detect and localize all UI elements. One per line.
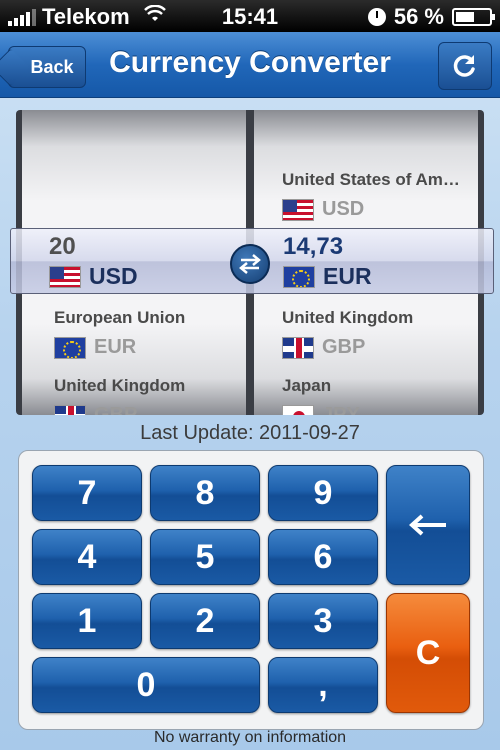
picker-row[interactable]: United States of Am… USD [254,170,478,221]
battery-fill [456,12,474,22]
key-0[interactable]: 0 [32,657,260,713]
last-update-text: Last Update: 2011-09-27 [140,422,360,444]
eu-flag-icon [283,265,315,288]
uk-flag-icon [54,404,86,415]
currency-code: EUR [94,336,137,358]
source-currency-code: USD [89,263,138,289]
keypad: 7 8 9 4 5 6 1 2 3 C 0 , [18,450,484,730]
key-7[interactable]: 7 [32,465,142,521]
us-flag-icon [49,265,81,288]
key-9[interactable]: 9 [268,465,378,521]
country-name: Japan [282,376,332,395]
key-5[interactable]: 5 [150,529,260,585]
country-name: European Union [54,308,186,327]
page-title: Currency Converter [109,46,391,79]
navigation-bar: Back Currency Converter [0,32,500,98]
disclaimer-text: No warranty on information [153,729,347,746]
backspace-key[interactable] [386,465,470,585]
clock-icon [367,8,386,26]
currency-code: JPY [322,404,360,415]
country-name: United Kingdom [54,376,186,395]
picker-row[interactable]: United Kingdom GBP [22,376,246,415]
refresh-icon [453,55,475,77]
key-2[interactable]: 2 [150,593,260,649]
battery-icon [452,8,495,26]
swap-arrows-icon [239,254,261,274]
key-comma[interactable]: , [268,657,378,713]
eu-flag-icon [54,336,86,359]
currency-code: GBP [94,404,138,415]
clear-button[interactable]: C [386,593,470,713]
key-3[interactable]: 3 [268,593,378,649]
currency-code: GBP [322,336,366,358]
key-6[interactable]: 6 [268,529,378,585]
key-1[interactable]: 1 [32,593,142,649]
picker-row[interactable]: Japan JPY [254,376,478,415]
backspace-arrow-icon [409,514,446,536]
target-currency-code: EUR [323,263,372,289]
country-name: United Kingdom [282,308,414,327]
converted-amount: 14,73 [283,233,344,260]
swap-currencies-button[interactable] [230,244,270,284]
picker-row[interactable]: United Kingdom GBP [254,308,478,359]
uk-flag-icon [282,336,314,359]
picker-row[interactable]: European Union EUR [22,308,246,359]
refresh-button[interactable] [438,42,492,90]
status-right-group: 56 % [367,4,495,30]
source-amount: 20 [49,233,76,260]
country-name: United States of Am… [282,170,460,189]
battery-percent: 56 % [393,4,444,29]
status-bar: Telekom 15:41 56 % [0,0,500,32]
key-4[interactable]: 4 [32,529,142,585]
us-flag-icon [282,198,314,221]
japan-flag-icon [282,404,314,415]
currency-code: USD [322,198,365,220]
key-8[interactable]: 8 [150,465,260,521]
